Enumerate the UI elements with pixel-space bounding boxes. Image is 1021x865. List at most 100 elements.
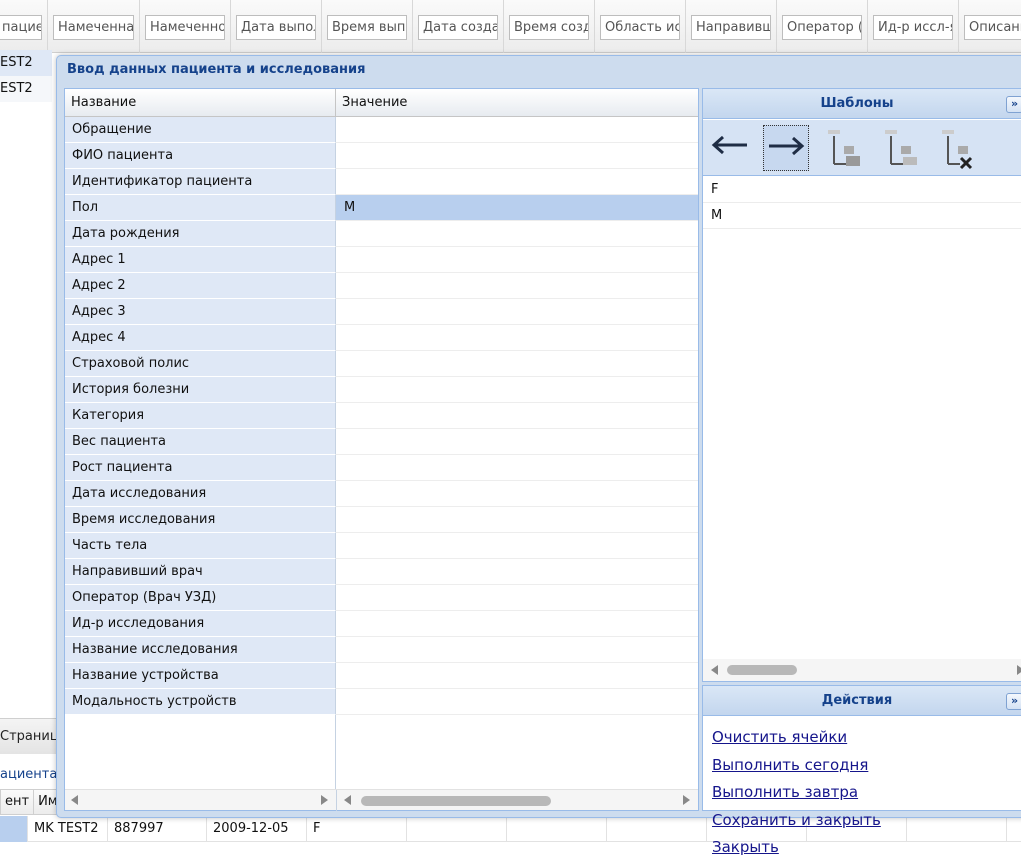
arrow-left-icon[interactable] bbox=[706, 125, 752, 171]
bg-column-filter[interactable]: Оператор ( bbox=[782, 15, 862, 40]
property-row[interactable]: Вес пациента bbox=[65, 429, 698, 455]
property-row[interactable]: История болезни bbox=[65, 377, 698, 403]
template-item[interactable]: M bbox=[703, 203, 1021, 229]
template-folder-add-icon[interactable] bbox=[821, 125, 867, 171]
bg-column[interactable]: Ид-р иссл-я bbox=[868, 0, 959, 53]
templates-panel-header[interactable]: Шаблоны » bbox=[703, 89, 1021, 119]
property-row[interactable]: Дата исследования bbox=[65, 481, 698, 507]
template-folder-delete-icon[interactable] bbox=[935, 125, 981, 171]
property-row[interactable]: Рост пациента bbox=[65, 455, 698, 481]
bg-column-filter[interactable]: Намеченна bbox=[53, 15, 134, 40]
property-value-cell[interactable] bbox=[336, 351, 698, 377]
column-header-value[interactable]: Значение bbox=[336, 89, 698, 117]
property-row[interactable]: Адрес 3 bbox=[65, 299, 698, 325]
scroll-right-icon[interactable] bbox=[683, 795, 690, 805]
bg-column-filter[interactable]: Намеченно bbox=[145, 15, 225, 40]
property-value-cell[interactable] bbox=[336, 117, 698, 143]
template-item[interactable]: F bbox=[703, 177, 1021, 203]
scroll-thumb[interactable] bbox=[727, 665, 797, 675]
property-value-cell[interactable] bbox=[336, 169, 698, 195]
scroll-right-icon[interactable] bbox=[1017, 665, 1021, 675]
bg-column[interactable]: Время созд bbox=[504, 0, 595, 53]
bg-column[interactable]: Область ис bbox=[595, 0, 686, 53]
property-row[interactable]: Оператор (Врач УЗД) bbox=[65, 585, 698, 611]
property-value-cell[interactable] bbox=[336, 273, 698, 299]
bg-column-filter[interactable]: Область ис bbox=[600, 15, 680, 40]
property-value-cell[interactable] bbox=[336, 403, 698, 429]
property-value-cell[interactable] bbox=[336, 507, 698, 533]
save-and-close-link[interactable]: Сохранить и закрыть bbox=[712, 809, 881, 837]
bg-column-filter[interactable]: Ид-р иссл-я bbox=[873, 15, 953, 40]
property-value-cell[interactable] bbox=[336, 221, 698, 247]
property-row[interactable]: Пол M bbox=[65, 195, 698, 221]
collapse-icon[interactable]: » bbox=[1006, 693, 1021, 710]
property-row[interactable]: Обращение bbox=[65, 117, 698, 143]
property-value-cell[interactable] bbox=[336, 559, 698, 585]
property-value-cell[interactable] bbox=[336, 325, 698, 351]
bg-column[interactable]: Намеченна bbox=[48, 0, 140, 53]
property-row[interactable]: Название устройства bbox=[65, 663, 698, 689]
run-today-link[interactable]: Выполнить сегодня bbox=[712, 754, 881, 782]
property-value-cell[interactable] bbox=[336, 533, 698, 559]
bg-column[interactable]: Описани bbox=[959, 0, 1021, 53]
property-row[interactable]: Идентификатор пациента bbox=[65, 169, 698, 195]
bg-column-filter[interactable]: Описани bbox=[964, 15, 1021, 40]
bg-table-row[interactable]: EST2 bbox=[0, 50, 52, 76]
column-header-name[interactable]: Название bbox=[65, 89, 336, 117]
bg-column-filter[interactable]: пациен bbox=[0, 15, 42, 40]
bg-table-row[interactable]: EST2 bbox=[0, 76, 52, 102]
property-row[interactable]: ФИО пациента bbox=[65, 143, 698, 169]
property-value-cell[interactable] bbox=[336, 299, 698, 325]
property-value-cell[interactable] bbox=[336, 429, 698, 455]
bg-sub-column[interactable]: ент bbox=[1, 790, 35, 814]
property-row[interactable]: Часть тела bbox=[65, 533, 698, 559]
property-value-cell[interactable] bbox=[336, 637, 698, 663]
property-value-cell[interactable] bbox=[336, 377, 698, 403]
collapse-icon[interactable]: » bbox=[1006, 96, 1021, 113]
property-row[interactable]: Ид-р исследования bbox=[65, 611, 698, 637]
property-value-cell[interactable] bbox=[336, 611, 698, 637]
bg-column-filter[interactable]: Направивш bbox=[691, 15, 771, 40]
property-row[interactable]: Страховой полис bbox=[65, 351, 698, 377]
bg-column[interactable]: Намеченно bbox=[140, 0, 231, 53]
scroll-left-icon[interactable] bbox=[711, 665, 718, 675]
property-row[interactable]: Адрес 2 bbox=[65, 273, 698, 299]
bg-column-filter[interactable]: Дата созда bbox=[418, 15, 498, 40]
property-row[interactable]: Модальность устройств bbox=[65, 689, 698, 715]
template-folder-edit-icon[interactable] bbox=[878, 125, 924, 171]
property-row[interactable]: Адрес 1 bbox=[65, 247, 698, 273]
property-value-cell[interactable] bbox=[336, 481, 698, 507]
property-value-cell[interactable]: M bbox=[336, 195, 698, 221]
bg-column[interactable]: Направивш bbox=[686, 0, 777, 53]
dialog-title[interactable]: Ввод данных пациента и исследования bbox=[67, 62, 366, 77]
bg-column[interactable]: Дата созда bbox=[413, 0, 504, 53]
arrow-right-icon[interactable] bbox=[763, 125, 809, 171]
property-grid-hscrollbar[interactable] bbox=[65, 789, 698, 811]
run-tomorrow-link[interactable]: Выполнить завтра bbox=[712, 781, 881, 809]
bg-column[interactable]: Время выпо bbox=[322, 0, 413, 53]
property-value-cell[interactable] bbox=[336, 663, 698, 689]
bg-column[interactable]: Дата выпол bbox=[231, 0, 322, 53]
property-row[interactable]: Адрес 4 bbox=[65, 325, 698, 351]
property-value-cell[interactable] bbox=[336, 455, 698, 481]
property-row[interactable]: Дата рождения bbox=[65, 221, 698, 247]
scroll-left-icon[interactable] bbox=[344, 795, 351, 805]
property-value-cell[interactable] bbox=[336, 247, 698, 273]
bg-column[interactable]: пациен bbox=[0, 0, 48, 53]
actions-panel-header[interactable]: Действия » bbox=[703, 686, 1021, 716]
property-row[interactable]: Категория bbox=[65, 403, 698, 429]
scroll-left-icon[interactable] bbox=[71, 795, 78, 805]
bg-column-filter[interactable]: Время созд bbox=[509, 15, 589, 40]
property-row[interactable]: Название исследования bbox=[65, 637, 698, 663]
bg-column[interactable]: Оператор ( bbox=[777, 0, 868, 53]
property-row[interactable]: Время исследования bbox=[65, 507, 698, 533]
templates-hscrollbar[interactable] bbox=[703, 659, 1021, 681]
property-value-cell[interactable] bbox=[336, 143, 698, 169]
property-value-cell[interactable] bbox=[336, 585, 698, 611]
bg-column-filter[interactable]: Время выпо bbox=[327, 15, 407, 40]
close-link[interactable]: Закрыть bbox=[712, 836, 881, 864]
property-row[interactable]: Направивший врач bbox=[65, 559, 698, 585]
scroll-thumb[interactable] bbox=[361, 796, 551, 806]
property-value-cell[interactable] bbox=[336, 689, 698, 715]
scroll-right-icon[interactable] bbox=[321, 795, 328, 805]
